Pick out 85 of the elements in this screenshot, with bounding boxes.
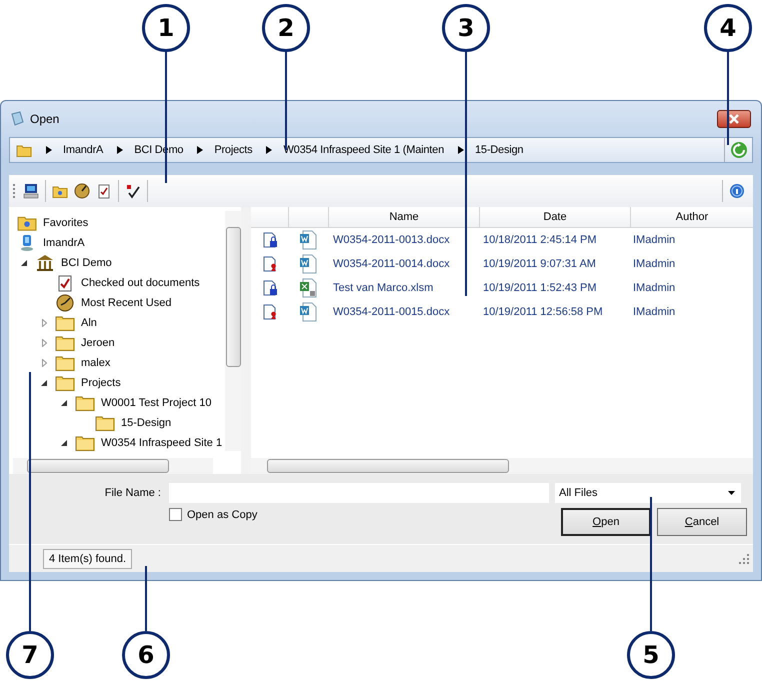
checklist-icon[interactable] [96, 182, 112, 199]
help-icon[interactable] [729, 182, 745, 199]
breadcrumb-item[interactable]: Projects [214, 144, 252, 156]
date-cell-text: 10/19/2011 12:56:58 PM [482, 306, 604, 318]
expand-arrow-icon[interactable] [42, 338, 46, 347]
status-text: 4 Item(s) found. [43, 548, 132, 569]
folder-icon [55, 314, 75, 332]
author-cell-text: IMadmin [632, 306, 676, 318]
callout-number: 1 [142, 4, 190, 52]
column-header[interactable]: Date [480, 206, 631, 227]
callout-number: 4 [704, 4, 752, 52]
file-name-cell[interactable]: Test van Marco.xlsm [327, 282, 477, 294]
expand-arrow-icon[interactable] [42, 358, 46, 367]
file-name-label: File Name : [104, 487, 162, 500]
clock-icon[interactable] [74, 182, 90, 199]
word-file-icon [298, 254, 316, 274]
arrow-icon[interactable] [458, 146, 464, 154]
file-name-cell[interactable]: W0354-2011-0015.docx [327, 306, 477, 318]
date-cell-text: 10/19/2011 9:07:31 AM [482, 258, 597, 270]
arrow-icon[interactable] [117, 146, 124, 154]
column-header[interactable]: Name [329, 206, 480, 227]
window-title: Open [30, 112, 60, 126]
expand-arrow-icon[interactable] [42, 318, 46, 327]
close-button[interactable] [717, 110, 751, 128]
excel-file-icon [298, 278, 316, 298]
folder-icon [95, 414, 115, 432]
collapse-arrow-icon[interactable] [41, 380, 47, 386]
vertical-scrollbar[interactable] [225, 210, 241, 451]
folder-icon [75, 434, 95, 452]
tree-item[interactable]: W0001 Test Project 10 [101, 396, 212, 409]
tree-item[interactable]: Checked out documents [81, 276, 200, 289]
callout-number: 6 [122, 631, 170, 679]
column-header[interactable]: Author [631, 206, 753, 227]
folder-icon [75, 394, 95, 412]
callout-number: 3 [442, 4, 490, 52]
callout-number: 5 [627, 631, 675, 679]
tree-item[interactable]: W0354 Infraspeed Site 1 [101, 436, 222, 449]
tree-item[interactable]: malex [81, 356, 110, 369]
tree-item[interactable]: Aln [81, 316, 97, 329]
tree-item[interactable]: BCI Demo [61, 256, 112, 269]
date-cell-text: 10/19/2011 1:52:43 PM [482, 282, 598, 294]
tree-item[interactable]: Most Recent Used [81, 296, 172, 309]
computer-icon[interactable] [23, 182, 39, 199]
word-file-icon [298, 302, 316, 322]
leader-line [145, 566, 147, 631]
arrow-icon[interactable] [46, 146, 52, 154]
callout-number: 2 [262, 4, 310, 52]
document-icon [9, 110, 25, 127]
resize-grip-icon[interactable] [739, 554, 749, 564]
author-cell-text: IMadmin [632, 282, 676, 294]
tree-item[interactable]: Favorites [43, 216, 88, 229]
breadcrumb-item[interactable]: W0354 Infraspeed Site 1 (Mainten [283, 144, 444, 156]
collapse-arrow-icon[interactable] [61, 440, 67, 446]
author-cell-text: IMadmin [632, 234, 676, 246]
close-icon [728, 114, 740, 124]
author-cell-text: IMadmin [632, 258, 676, 270]
clock-icon [55, 294, 75, 312]
horizontal-scrollbar[interactable] [251, 458, 753, 474]
word-file-icon [298, 230, 316, 250]
tree-item[interactable]: ImandrA [43, 236, 85, 249]
arrow-icon[interactable] [197, 146, 204, 154]
tree-item[interactable]: 15-Design [121, 416, 172, 429]
folder-icon [55, 354, 75, 372]
bank-building-icon [35, 254, 55, 272]
file-type-dropdown[interactable]: All Files [555, 483, 741, 504]
tree-item[interactable]: Projects [81, 376, 121, 389]
callout-number: 7 [6, 631, 54, 679]
open-button[interactable]: Open [561, 508, 651, 536]
checkbox[interactable] [169, 508, 182, 522]
tree-item[interactable]: Jeroen [81, 336, 115, 349]
dropdown-arrow-icon[interactable] [728, 491, 735, 496]
cancel-button[interactable]: Cancel [657, 508, 747, 536]
collapse-arrow-icon[interactable] [21, 260, 27, 266]
folder-icon [55, 334, 75, 352]
collapse-arrow-icon[interactable] [61, 400, 67, 406]
checkmark-icon[interactable] [125, 182, 141, 199]
breadcrumb-item[interactable]: ImandrA [63, 144, 104, 156]
horizontal-scrollbar[interactable] [13, 458, 213, 474]
arrow-icon[interactable] [266, 146, 272, 154]
date-cell-text: 10/18/2011 2:45:14 PM [482, 234, 598, 246]
folder-icon [55, 374, 75, 392]
file-name-cell[interactable]: W0354-2011-0013.docx [327, 234, 477, 246]
file-name-cell[interactable]: W0354-2011-0014.docx [327, 258, 477, 270]
checkbox-label: Open as Copy [187, 508, 258, 521]
breadcrumb-item[interactable]: 15-Design [475, 144, 524, 156]
